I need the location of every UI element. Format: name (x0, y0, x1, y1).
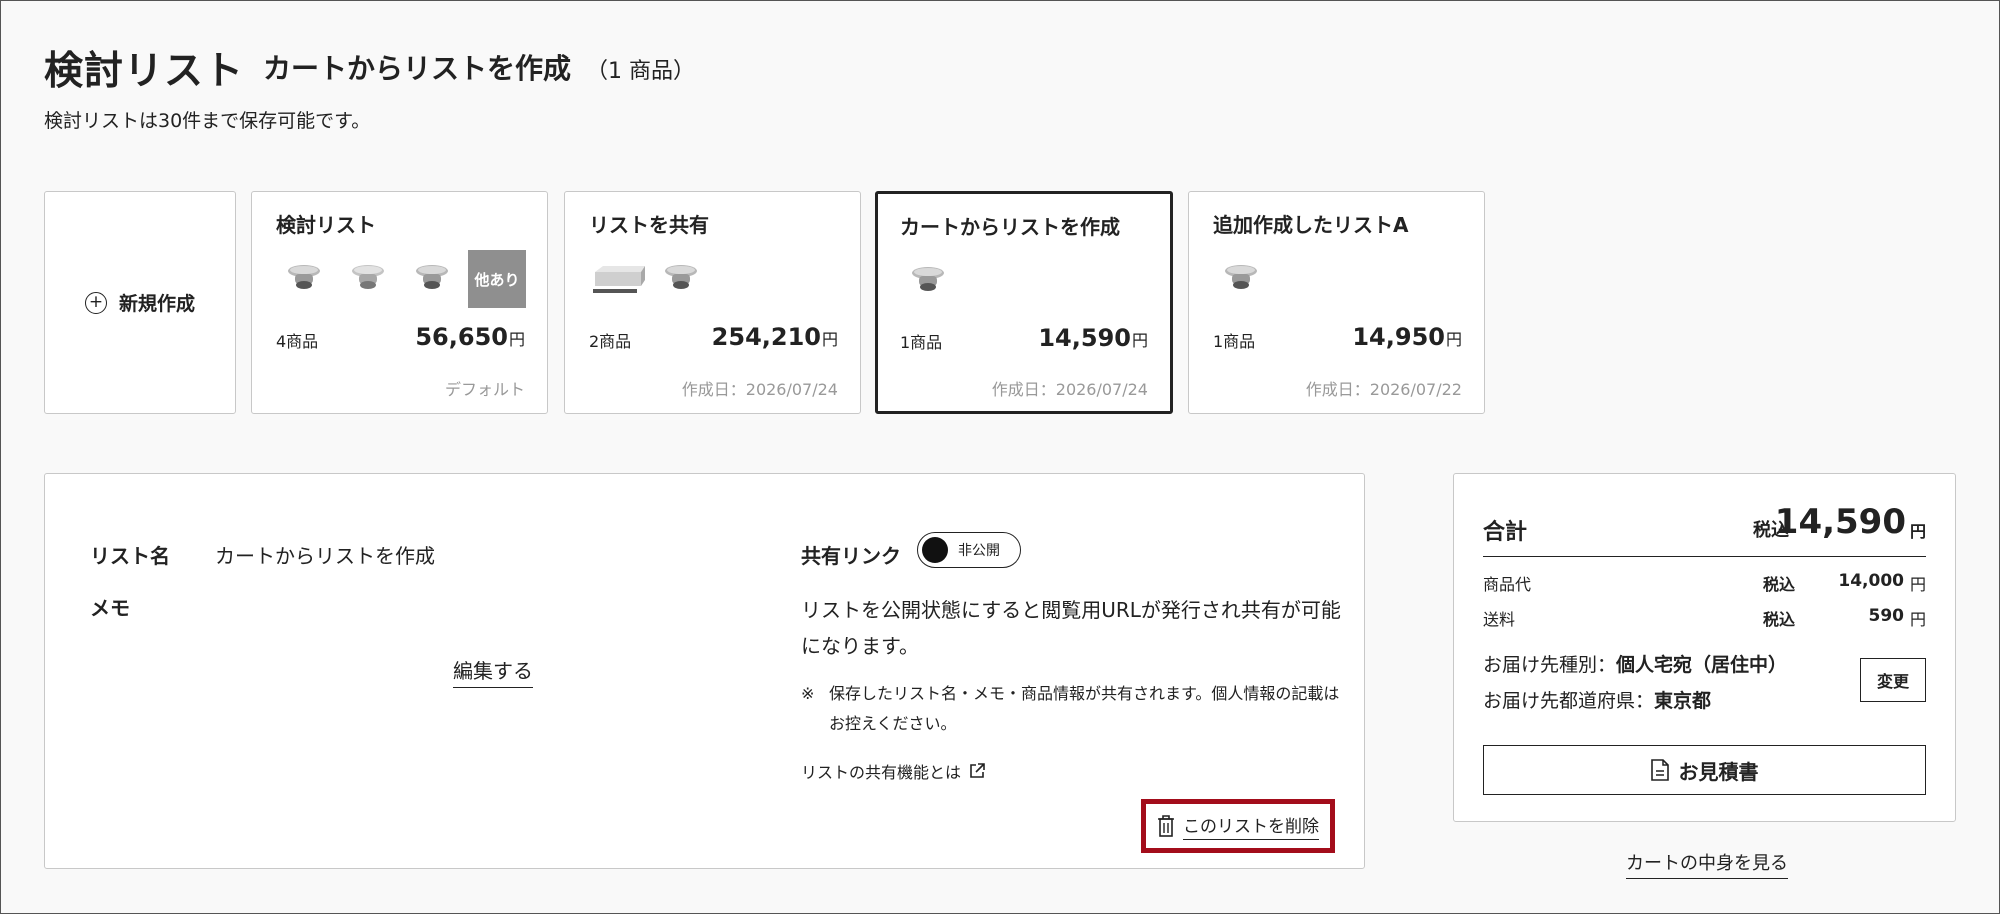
list-name-label: リスト名 (90, 544, 170, 568)
row-label: 送料 (1483, 610, 1516, 629)
ceiling-light-icon (665, 265, 697, 289)
list-card-meta: 作成日：2026/07/22 (1305, 380, 1462, 399)
product-thumbnail (653, 250, 711, 308)
product-thumbnail (589, 250, 647, 308)
product-thumbnail (1213, 250, 1271, 308)
product-thumbnail (276, 250, 334, 308)
total-yen: 円 (1909, 522, 1926, 541)
product-cost-row: 商品代 税込 14,000 円 (1483, 571, 1926, 597)
share-help-link[interactable]: リストの共有機能とは (801, 759, 985, 783)
list-card-default[interactable]: 検討リスト 他あり 4商品 56,650円 デフォルト (251, 191, 548, 414)
list-card-price: 14,950円 (1352, 323, 1462, 351)
document-icon (1650, 759, 1669, 781)
product-thumbnail (900, 252, 958, 310)
list-detail-panel: リスト名 カートからリストを作成 メモ 編集する 共有リンク 非公開 リストを公… (44, 473, 1365, 869)
list-card-item-count: 1商品 (900, 333, 943, 352)
row-value: 14,000 (1838, 571, 1904, 591)
plus-circle-icon: + (84, 291, 107, 314)
order-summary-panel: 合計 税込 14,590 円 商品代 税込 14,000 円 送料 税込 590… (1453, 473, 1956, 822)
list-card-name: リストを共有 (589, 213, 709, 237)
note-mark: ※ (801, 684, 815, 703)
list-card-meta: 作成日：2026/07/24 (991, 380, 1148, 399)
list-card-item-count: 2商品 (589, 332, 632, 351)
delivery-type-value: 個人宅宛（居住中） (1616, 654, 1788, 676)
list-card-selected[interactable]: カートからリストを作成 1商品 14,590円 作成日：2026/07/24 (875, 191, 1173, 414)
list-card-meta: デフォルト (444, 380, 525, 399)
product-thumbnails: 他あり (276, 250, 526, 308)
share-description: リストを公開状態にすると閲覧用URLが発行され共有が可能になります。 (801, 598, 1341, 658)
delivery-prefecture: お届け先都道府県：東京都 (1483, 686, 1711, 713)
share-link-label: 共有リンク (801, 544, 901, 568)
list-card-name: 追加作成したリストA (1213, 213, 1409, 237)
row-label: 商品代 (1483, 575, 1532, 594)
product-thumbnail (404, 250, 462, 308)
list-card-meta: 作成日：2026/07/24 (681, 380, 838, 399)
quote-label: お見積書 (1678, 759, 1759, 784)
change-delivery-button[interactable]: 変更 (1860, 658, 1926, 702)
edit-link[interactable]: 編集する (453, 655, 533, 688)
range-hood-icon (593, 266, 645, 293)
item-count: （1 商品） (586, 59, 695, 84)
list-card-added-a[interactable]: 追加作成したリストA 1商品 14,950円 作成日：2026/07/22 (1188, 191, 1485, 414)
new-list-label: 新規作成 (118, 293, 195, 315)
delete-list-button[interactable]: このリストを削除 (1141, 799, 1335, 853)
page-title: 検討リスト (44, 49, 245, 94)
ceiling-light-icon (416, 265, 448, 289)
toggle-state-label: 非公開 (958, 543, 1000, 559)
list-card-price: 254,210円 (711, 323, 838, 351)
product-thumbnails (589, 250, 711, 308)
total-label: 合計 (1483, 520, 1528, 545)
row-yen: 円 (1909, 575, 1926, 594)
list-subtitle: カートからリストを作成 (263, 52, 572, 85)
ceiling-light-icon (352, 265, 384, 289)
product-thumbnails (900, 252, 958, 310)
delivery-type: お届け先種別：個人宅宛（居住中） (1483, 650, 1787, 677)
share-note: ※ 保存したリスト名・メモ・商品情報が共有されます。個人情報の記載はお控えくださ… (801, 679, 1341, 739)
ceiling-light-icon (912, 267, 944, 291)
list-card-item-count: 4商品 (276, 332, 319, 351)
share-toggle[interactable]: 非公開 (917, 532, 1021, 568)
list-card-price: 56,650円 (415, 323, 525, 351)
trash-icon (1158, 815, 1174, 837)
shipping-row: 送料 税込 590 円 (1483, 606, 1926, 632)
row-value: 590 (1868, 606, 1905, 626)
total-value: 14,590 (1774, 502, 1906, 542)
list-card-price: 14,590円 (1038, 324, 1148, 352)
share-note-text: 保存したリスト名・メモ・商品情報が共有されます。個人情報の記載はお控えください。 (829, 684, 1340, 733)
delete-list-label: このリストを削除 (1183, 812, 1319, 840)
delivery-pref-label: お届け先都道府県： (1483, 690, 1655, 712)
quote-button[interactable]: お見積書 (1483, 745, 1926, 795)
page-description: 検討リストは30件まで保存可能です。 (44, 110, 371, 132)
row-tax: 税込 (1762, 610, 1795, 629)
more-products-badge: 他あり (468, 250, 526, 308)
delivery-pref-value: 東京都 (1654, 690, 1712, 712)
product-thumbnails (1213, 250, 1271, 308)
list-card-name: カートからリストを作成 (900, 215, 1120, 239)
row-yen: 円 (1909, 610, 1926, 629)
delivery-type-label: お届け先種別： (1483, 654, 1617, 676)
view-cart-link[interactable]: カートの中身を見る (1626, 849, 1788, 879)
product-thumbnail (340, 250, 398, 308)
list-name-value: カートからリストを作成 (215, 544, 435, 568)
external-link-icon (970, 763, 985, 778)
share-help-label: リストの共有機能とは (801, 763, 962, 782)
ceiling-light-icon (1225, 265, 1257, 289)
list-card-name: 検討リスト (276, 213, 376, 237)
list-card-item-count: 1商品 (1213, 332, 1256, 351)
toggle-knob (922, 537, 948, 563)
new-list-button[interactable]: + 新規作成 (44, 191, 236, 414)
total-row: 合計 税込 14,590 円 (1483, 502, 1926, 557)
memo-label: メモ (90, 596, 130, 620)
row-tax: 税込 (1762, 575, 1795, 594)
list-card-shared[interactable]: リストを共有 2商品 254,210円 作成日：2026/07/24 (564, 191, 861, 414)
ceiling-light-icon (288, 265, 320, 289)
